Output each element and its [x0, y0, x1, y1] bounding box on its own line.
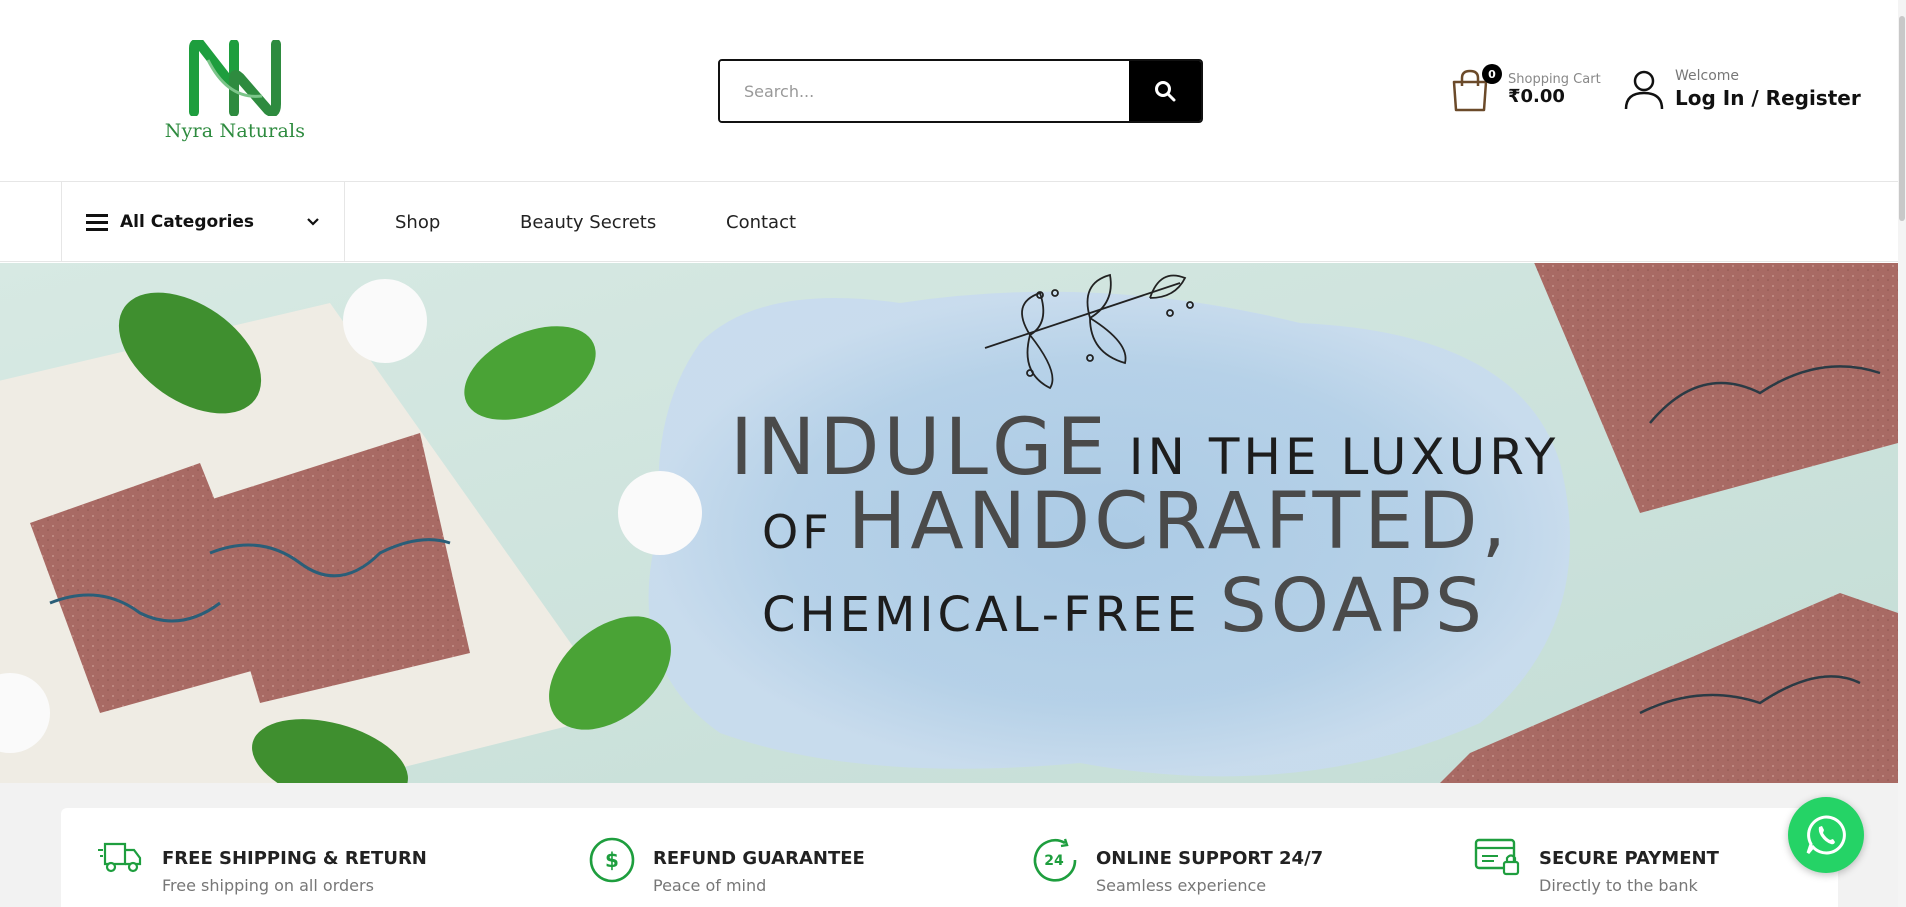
user-icon	[1624, 70, 1664, 110]
svg-text:24: 24	[1044, 853, 1064, 869]
nav-link-beauty-secrets[interactable]: Beauty Secrets	[520, 182, 656, 262]
brand-monogram-icon	[189, 40, 281, 116]
feature-subtitle: Seamless experience	[1096, 876, 1267, 895]
shopping-cart[interactable]: 0 Shopping Cart ₹0.00	[1450, 64, 1610, 116]
whatsapp-chat-button[interactable]	[1788, 797, 1864, 873]
scrollbar-thumb[interactable]	[1899, 16, 1905, 221]
hero-line-2: OF HANDCRAFTED,	[762, 477, 1510, 567]
all-categories-dropdown[interactable]: All Categories	[61, 182, 345, 262]
search-bar	[718, 59, 1203, 123]
feature-subtitle: Directly to the bank	[1539, 876, 1698, 895]
login-register-link[interactable]: Log In / Register	[1675, 86, 1861, 110]
search-button[interactable]	[1129, 61, 1201, 121]
cart-label: Shopping Cart	[1508, 72, 1601, 87]
feature-title: FREE SHIPPING & RETURN	[162, 848, 427, 869]
brand-name: Nyra Naturals	[164, 120, 306, 142]
hamburger-icon	[86, 213, 108, 231]
account-welcome: Welcome	[1675, 68, 1740, 84]
account-link[interactable]: Welcome Log In / Register	[1623, 64, 1863, 116]
search-icon	[1155, 81, 1176, 102]
features-bar: FREE SHIPPING & RETURN Free shipping on …	[61, 808, 1838, 907]
hero-line-3-big: SOAPS	[1219, 563, 1486, 649]
cart-total: ₹0.00	[1508, 86, 1565, 107]
categories-label: All Categories	[120, 212, 255, 232]
support-24-icon: 24	[1033, 838, 1077, 882]
svg-text:$: $	[605, 848, 619, 872]
dollar-circle-icon: $	[589, 837, 635, 883]
hero-line-3: CHEMICAL-FREE SOAPS	[762, 563, 1486, 649]
hero-banner[interactable]: INDULGE IN THE LUXURY OF HANDCRAFTED, CH…	[0, 263, 1898, 783]
whatsapp-icon	[1806, 815, 1846, 855]
search-input[interactable]	[720, 61, 1129, 121]
feature-subtitle: Free shipping on all orders	[162, 876, 374, 895]
feature-subtitle: Peace of mind	[653, 876, 767, 895]
feature-title: SECURE PAYMENT	[1539, 848, 1719, 869]
feature-title: ONLINE SUPPORT 24/7	[1096, 848, 1324, 869]
hero-headline: INDULGE IN THE LUXURY OF HANDCRAFTED, CH…	[730, 403, 1610, 649]
page-scrollbar[interactable]	[1898, 0, 1906, 907]
page: Nyra Naturals 0 Shopping Cart ₹0.00	[0, 0, 1906, 907]
hero-line-3-small: CHEMICAL-FREE	[762, 587, 1201, 643]
site-header: Nyra Naturals 0 Shopping Cart ₹0.00	[0, 0, 1898, 182]
nav-link-shop[interactable]: Shop	[395, 182, 440, 262]
feature-title: REFUND GUARANTEE	[653, 848, 865, 869]
hero-line-2-big: HANDCRAFTED,	[847, 477, 1511, 567]
secure-card-icon	[1474, 838, 1520, 876]
chevron-down-icon	[307, 218, 319, 226]
truck-icon	[98, 842, 142, 873]
hero-line-2-small: OF	[762, 505, 833, 559]
main-nav: All Categories Shop Beauty Secrets Conta…	[0, 182, 1898, 262]
nav-link-contact[interactable]: Contact	[726, 182, 796, 262]
cart-count-badge: 0	[1482, 64, 1502, 84]
brand-logo[interactable]: Nyra Naturals	[160, 40, 310, 150]
